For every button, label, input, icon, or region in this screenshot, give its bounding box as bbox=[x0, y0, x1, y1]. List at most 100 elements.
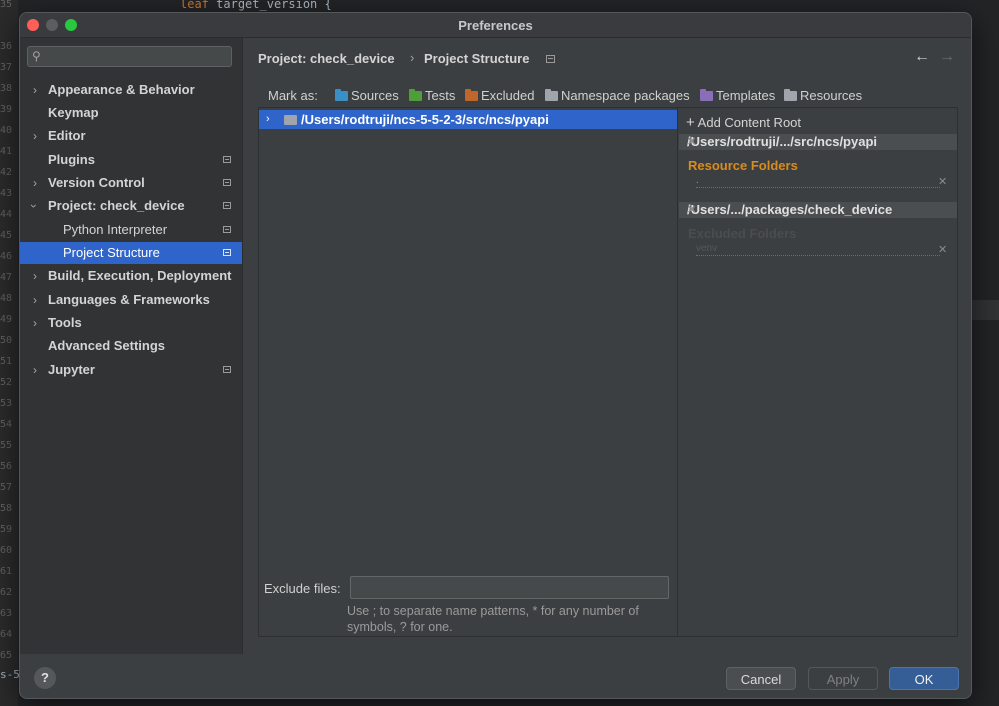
sidebar-item-python-interpreter[interactable]: Python Interpreter bbox=[20, 219, 242, 241]
chevron-right-icon[interactable]: › bbox=[33, 265, 37, 287]
chevron-right-icon[interactable]: › bbox=[33, 125, 37, 147]
sidebar-item-label: Python Interpreter bbox=[63, 222, 168, 237]
chevron-right-icon[interactable]: › bbox=[33, 312, 37, 334]
add-content-root-label: Add Content Root bbox=[697, 115, 802, 130]
sidebar-item-editor[interactable]: › Editor bbox=[20, 125, 242, 147]
excluded-folder-icon[interactable] bbox=[465, 89, 478, 101]
project-scope-icon bbox=[223, 366, 231, 373]
line-number: 39 bbox=[0, 104, 13, 115]
line-number: 58 bbox=[0, 503, 13, 514]
settings-sidebar: ⚲ › Appearance & Behavior Keymap › Edito… bbox=[20, 38, 243, 654]
line-number: 42 bbox=[0, 167, 13, 178]
mark-excluded-button[interactable]: Excluded bbox=[481, 88, 534, 103]
remove-folder-icon[interactable]: ✕ bbox=[938, 175, 947, 188]
line-number: 48 bbox=[0, 293, 13, 304]
line-number: 60 bbox=[0, 545, 13, 556]
chevron-right-icon[interactable]: › bbox=[33, 359, 37, 381]
plus-icon: + bbox=[686, 114, 695, 131]
chevron-down-icon[interactable]: › bbox=[23, 204, 45, 208]
line-number: 63 bbox=[0, 608, 13, 619]
breadcrumb-separator-icon: › bbox=[410, 50, 415, 65]
remove-root-icon[interactable]: ✕ bbox=[687, 134, 949, 150]
content-root-header: /Users/rodtruji/.../src/ncs/pyapi ✕ bbox=[679, 134, 957, 150]
sidebar-item-label: Plugins bbox=[48, 152, 95, 167]
sidebar-item-label: Appearance & Behavior bbox=[48, 82, 195, 97]
tests-folder-icon[interactable] bbox=[409, 89, 422, 101]
sidebar-item-plugins[interactable]: Plugins bbox=[20, 149, 242, 171]
search-icon: ⚲ bbox=[32, 49, 41, 63]
sidebar-item-keymap[interactable]: Keymap bbox=[20, 102, 242, 124]
chevron-right-icon[interactable]: › bbox=[33, 172, 37, 194]
line-number: 46 bbox=[0, 251, 13, 262]
sidebar-item-label: Editor bbox=[48, 128, 86, 143]
ok-button[interactable]: OK bbox=[889, 667, 959, 690]
mark-resources-button[interactable]: Resources bbox=[800, 88, 862, 103]
resources-folder-icon[interactable] bbox=[784, 89, 797, 101]
mark-sources-button[interactable]: Sources bbox=[351, 88, 399, 103]
sidebar-item-build[interactable]: › Build, Execution, Deployment bbox=[20, 265, 242, 287]
apply-button[interactable]: Apply bbox=[808, 667, 878, 690]
remove-folder-icon[interactable]: ✕ bbox=[938, 243, 947, 256]
cancel-button[interactable]: Cancel bbox=[726, 667, 796, 690]
project-scope-icon bbox=[223, 226, 231, 233]
line-number: 50 bbox=[0, 335, 13, 346]
sidebar-item-label: Version Control bbox=[48, 175, 145, 190]
content-root-header: /Users/.../packages/check_device ✕ bbox=[679, 202, 957, 218]
breadcrumb-project[interactable]: Project: check_device bbox=[258, 51, 395, 66]
line-number: 56 bbox=[0, 461, 13, 472]
line-gutter: 35 36 37 38 39 40 41 42 43 44 45 46 47 4… bbox=[0, 0, 18, 706]
exclude-files-input[interactable] bbox=[350, 576, 669, 599]
sidebar-item-languages[interactable]: › Languages & Frameworks bbox=[20, 289, 242, 311]
line-number: 37 bbox=[0, 62, 13, 73]
back-arrow-icon[interactable]: ← bbox=[914, 48, 930, 66]
mark-tests-button[interactable]: Tests bbox=[425, 88, 455, 103]
sidebar-item-project[interactable]: › Project: check_device bbox=[20, 195, 242, 217]
sidebar-item-label: Advanced Settings bbox=[48, 338, 166, 353]
line-number: 49 bbox=[0, 314, 13, 325]
tree-row-root[interactable]: › /Users/rodtruji/ncs-5-5-2-3/src/ncs/py… bbox=[259, 110, 677, 129]
code-identifier: target_version { bbox=[216, 0, 332, 11]
chevron-right-icon[interactable]: › bbox=[266, 110, 270, 129]
sidebar-item-label: Keymap bbox=[48, 105, 99, 120]
chevron-right-icon[interactable]: › bbox=[33, 79, 37, 101]
preferences-dialog: Preferences ⚲ › Appearance & Behavior Ke… bbox=[19, 12, 972, 699]
mark-namespace-button[interactable]: Namespace packages bbox=[561, 88, 690, 103]
sidebar-item-tools[interactable]: › Tools bbox=[20, 312, 242, 334]
chevron-right-icon[interactable]: › bbox=[33, 289, 37, 311]
title-bar: Preferences bbox=[20, 13, 971, 38]
help-button[interactable]: ? bbox=[34, 667, 56, 689]
remove-root-icon[interactable]: ✕ bbox=[687, 202, 949, 218]
breadcrumb-page: Project Structure bbox=[424, 51, 530, 66]
exclude-files-label: Exclude files: bbox=[264, 581, 341, 596]
line-number: 54 bbox=[0, 419, 13, 430]
line-number: 65 bbox=[0, 650, 13, 661]
line-number: 64 bbox=[0, 629, 13, 640]
line-number: 55 bbox=[0, 440, 13, 451]
code-line: leaf target_version { bbox=[180, 0, 332, 11]
settings-search-input[interactable]: ⚲ bbox=[27, 46, 232, 67]
line-number: 52 bbox=[0, 377, 13, 388]
background-strip bbox=[972, 300, 999, 320]
line-number: 43 bbox=[0, 188, 13, 199]
sidebar-item-label: Project Structure bbox=[63, 245, 160, 260]
sidebar-item-version-control[interactable]: › Version Control bbox=[20, 172, 242, 194]
line-number: 51 bbox=[0, 356, 13, 367]
sidebar-item-jupyter[interactable]: › Jupyter bbox=[20, 359, 242, 381]
forward-arrow-icon[interactable]: → bbox=[939, 48, 955, 66]
tree-row-label: /Users/rodtruji/ncs-5-5-2-3/src/ncs/pyap… bbox=[301, 112, 549, 127]
sidebar-item-label: Tools bbox=[48, 315, 82, 330]
line-number: 40 bbox=[0, 125, 13, 136]
project-scope-icon bbox=[223, 202, 231, 209]
namespace-folder-icon[interactable] bbox=[545, 89, 558, 101]
mark-templates-button[interactable]: Templates bbox=[716, 88, 775, 103]
code-keyword: leaf bbox=[180, 0, 209, 11]
sidebar-item-label: Project: check_device bbox=[48, 198, 185, 213]
sidebar-item-advanced[interactable]: Advanced Settings bbox=[20, 335, 242, 357]
background-fragment: s-5 bbox=[0, 668, 20, 681]
sidebar-item-appearance[interactable]: › Appearance & Behavior bbox=[20, 79, 242, 101]
templates-folder-icon[interactable] bbox=[700, 89, 713, 101]
sidebar-item-project-structure[interactable]: Project Structure bbox=[20, 242, 242, 264]
add-content-root-button[interactable]: + Add Content Root bbox=[686, 114, 801, 131]
project-scope-icon bbox=[546, 55, 555, 63]
sources-folder-icon[interactable] bbox=[335, 89, 348, 101]
